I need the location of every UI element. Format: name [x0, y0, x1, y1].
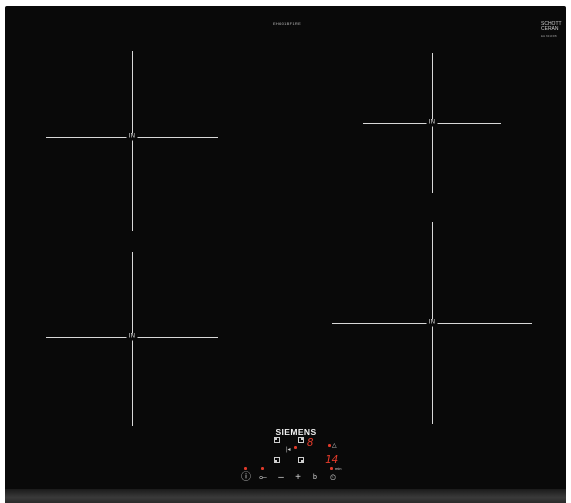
model-label: EH601BF1RE — [272, 21, 302, 26]
zone-select-front-left-button[interactable] — [274, 457, 280, 463]
schott-ceran-logo: SCHOTT CERAN EH 631FFB — [541, 22, 562, 39]
zone-select-rear-left-button[interactable] — [274, 437, 280, 443]
power-button-icon[interactable]: ⓘ — [241, 473, 251, 483]
zone-tl-induction-mark: IN — [126, 133, 138, 141]
min-indicator-dot — [330, 467, 333, 470]
flex-zone-icon[interactable]: |◂ — [286, 447, 291, 453]
timer-display: 14 — [325, 453, 339, 466]
bell-indicator-dot — [328, 444, 331, 447]
boost-button[interactable]: b — [313, 473, 317, 483]
schott-logo-sub: EH 631FFB — [541, 34, 557, 38]
minus-button[interactable]: – — [278, 473, 284, 483]
cooktop-glass: EH601BF1RE SCHOTT CERAN EH 631FFB IN IN … — [5, 6, 566, 503]
plus-button[interactable]: + — [295, 473, 301, 483]
zone-select-front-right-button[interactable] — [298, 457, 304, 463]
timer-clock-icon[interactable]: ⏲ — [330, 473, 336, 483]
power-level-display: 8 — [307, 436, 314, 449]
zone-tl-vertical-line — [132, 51, 133, 231]
child-lock-icon[interactable]: ⟜ — [259, 473, 267, 483]
zone-bl-induction-mark: IN — [126, 333, 138, 341]
lock-indicator-dot — [261, 467, 264, 470]
schott-logo-line2: CERAN — [541, 26, 559, 32]
flex-indicator-dot — [294, 446, 297, 449]
zone-br-induction-mark: IN — [426, 319, 438, 327]
zone-select-rear-right-button[interactable] — [298, 437, 304, 443]
min-label: min — [335, 466, 342, 471]
zone-tr-induction-mark: IN — [426, 119, 438, 127]
bell-icon[interactable]: △ — [332, 443, 337, 449]
power-indicator-dot — [244, 467, 247, 470]
glass-bottom-edge — [5, 489, 566, 503]
